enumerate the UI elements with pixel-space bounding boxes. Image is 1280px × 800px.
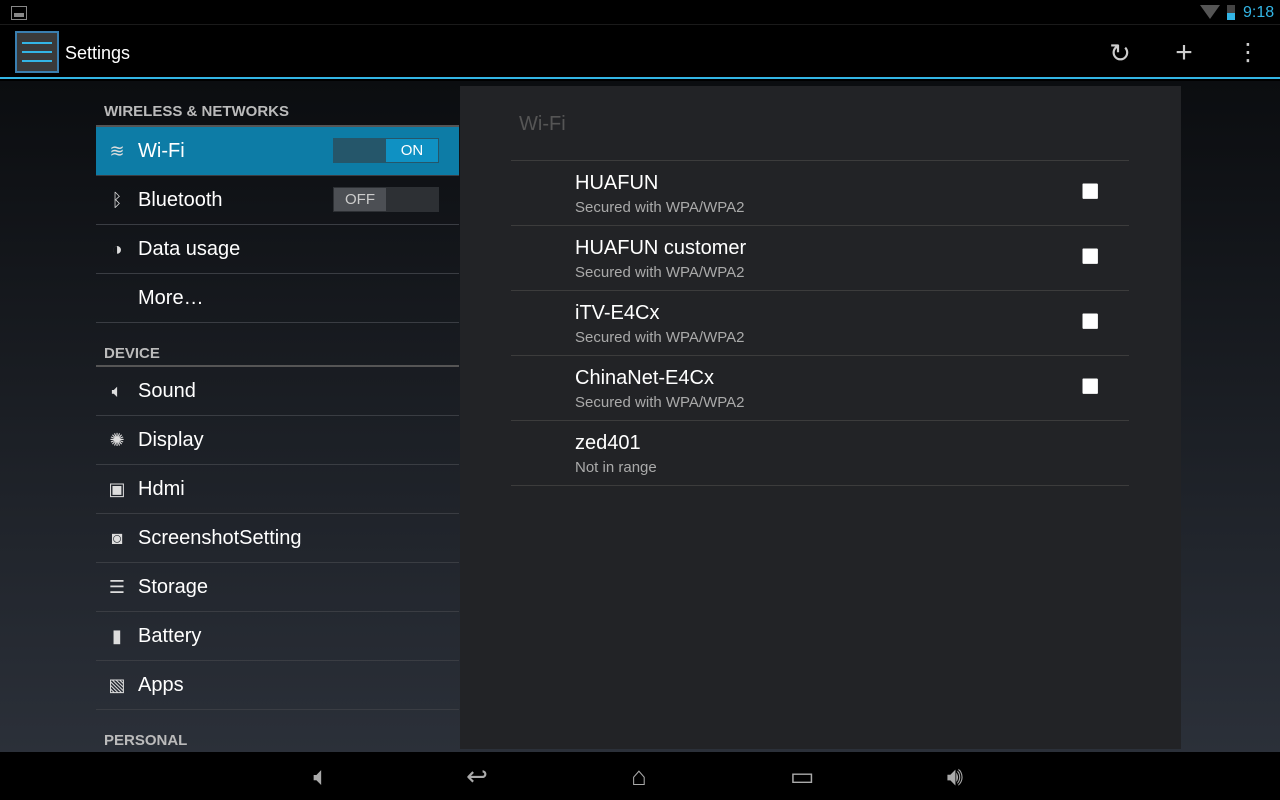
wifi-toggle[interactable]: ON	[333, 138, 439, 163]
sidebar-item-data-usage[interactable]: ◑ Data usage	[96, 225, 459, 274]
action-bar: Settings ↻ + ⋮	[0, 26, 1280, 79]
sidebar-item-label: Storage	[138, 575, 209, 598]
sidebar-item-label: Hdmi	[138, 477, 185, 500]
sidebar-item-label: Apps	[138, 673, 184, 696]
clock: 9:18	[1243, 4, 1275, 21]
wps-refresh-icon[interactable]: ↻	[1100, 34, 1140, 72]
sidebar-item-bluetooth[interactable]: ᛒ Bluetooth OFF	[96, 176, 459, 225]
sidebar-item-more[interactable]: More…	[96, 274, 459, 323]
add-network-icon[interactable]: +	[1164, 34, 1204, 72]
sidebar-item-label: Display	[138, 428, 204, 451]
network-item[interactable]: HUAFUN customer Secured with WPA/WPA2 📶	[511, 226, 1129, 291]
sidebar-item-display[interactable]: ✺ Display	[96, 416, 459, 465]
data-usage-icon: ◑	[111, 238, 123, 259]
wifi-status-icon	[1200, 5, 1220, 19]
volume-up-icon[interactable]: 🔊︎	[930, 760, 980, 792]
speaker-icon: 🔈︎	[111, 380, 123, 401]
bluetooth-toggle[interactable]: OFF	[333, 187, 439, 212]
bluetooth-icon: ᛒ	[111, 189, 123, 210]
network-name: HUAFUN customer	[575, 237, 747, 259]
wifi-panel: Wi-Fi HUAFUN Secured with WPA/WPA2 📶 HUAFUN…	[460, 86, 1181, 749]
sidebar-item-apps[interactable]: ▧ Apps	[96, 661, 459, 710]
apps-icon: ▧	[108, 674, 126, 695]
wifi-lock-icon: 📶	[1081, 313, 1099, 329]
sidebar-item-label: ScreenshotSetting	[138, 526, 302, 549]
sidebar-item-label: Battery	[138, 624, 202, 647]
wifi-lock-icon: 📶	[1081, 378, 1099, 394]
network-item[interactable]: iTV-E4Cx Secured with WPA/WPA2 📶	[511, 291, 1129, 356]
section-header: PERSONAL	[96, 710, 459, 752]
sidebar-item-screenshotsetting[interactable]: ◙ ScreenshotSetting	[96, 514, 459, 563]
network-status: Not in range	[575, 459, 657, 476]
network-list: HUAFUN Secured with WPA/WPA2 📶 HUAFUN custo…	[511, 160, 1129, 486]
screenshot-notification-icon	[11, 6, 27, 20]
sidebar-item-wi-fi[interactable]: ≋ Wi-Fi ON	[96, 127, 459, 176]
page-title: Settings	[65, 43, 131, 63]
brightness-icon: ✺	[109, 429, 125, 450]
network-name: iTV-E4Cx	[575, 302, 660, 324]
wifi-lock-icon: 📶	[1081, 183, 1099, 199]
toggle-state: OFF	[334, 188, 386, 211]
wifi-lock-icon: 📶	[1081, 248, 1099, 264]
sidebar-item-label: Data usage	[138, 237, 241, 260]
battery-icon: ▮	[112, 625, 122, 646]
overflow-menu-icon[interactable]: ⋮	[1228, 34, 1268, 72]
volume-down-icon[interactable]: 🔈︎	[296, 760, 346, 792]
settings-sidebar[interactable]: WIRELESS & NETWORKS ≋ Wi-Fi ON ᛒ Bluetooth OFF…	[96, 81, 459, 752]
content-area: WIRELESS & NETWORKS ≋ Wi-Fi ON ᛒ Bluetooth OFF…	[0, 81, 1280, 752]
network-item[interactable]: HUAFUN Secured with WPA/WPA2 📶	[511, 161, 1129, 226]
network-name: ChinaNet-E4Cx	[575, 367, 714, 389]
network-status: Secured with WPA/WPA2	[575, 199, 745, 216]
panel-title: Wi-Fi	[519, 113, 566, 135]
sidebar-item-hdmi[interactable]: ▣ Hdmi	[96, 465, 459, 514]
storage-icon: ☰	[108, 576, 126, 597]
recent-apps-icon[interactable]: ▭	[777, 760, 827, 792]
network-item[interactable]: ChinaNet-E4Cx Secured with WPA/WPA2 📶	[511, 356, 1129, 421]
hdmi-icon: ▣	[108, 478, 126, 499]
sidebar-item-label: Sound	[138, 379, 196, 402]
navigation-bar: 🔈︎ ↩ ⌂ ▭ 🔊︎	[0, 752, 1280, 800]
network-name: HUAFUN	[575, 172, 659, 194]
sidebar-item-battery[interactable]: ▮ Battery	[96, 612, 459, 661]
camera-icon: ◙	[111, 527, 123, 548]
network-status: Secured with WPA/WPA2	[575, 329, 745, 346]
sidebar-item-sound[interactable]: 🔈︎ Sound	[96, 367, 459, 416]
back-icon[interactable]: ↩	[452, 760, 502, 792]
toggle-state: ON	[386, 139, 438, 162]
settings-app-icon[interactable]	[15, 31, 59, 73]
section-header: DEVICE	[96, 323, 459, 367]
battery-status-icon	[1227, 5, 1235, 20]
network-status: Secured with WPA/WPA2	[575, 394, 745, 411]
network-item[interactable]: zed401 Not in range	[511, 421, 1129, 486]
section-header: WIRELESS & NETWORKS	[96, 81, 459, 127]
status-bar: 9:18	[0, 0, 1280, 25]
sidebar-item-label: Wi-Fi	[138, 139, 185, 162]
wifi-icon: ≋	[109, 140, 125, 161]
sidebar-item-label: More…	[138, 286, 204, 309]
sidebar-item-label: Bluetooth	[138, 188, 223, 211]
sidebar-item-storage[interactable]: ☰ Storage	[96, 563, 459, 612]
network-name: zed401	[575, 432, 641, 454]
home-icon[interactable]: ⌂	[614, 760, 664, 792]
network-status: Secured with WPA/WPA2	[575, 264, 745, 281]
